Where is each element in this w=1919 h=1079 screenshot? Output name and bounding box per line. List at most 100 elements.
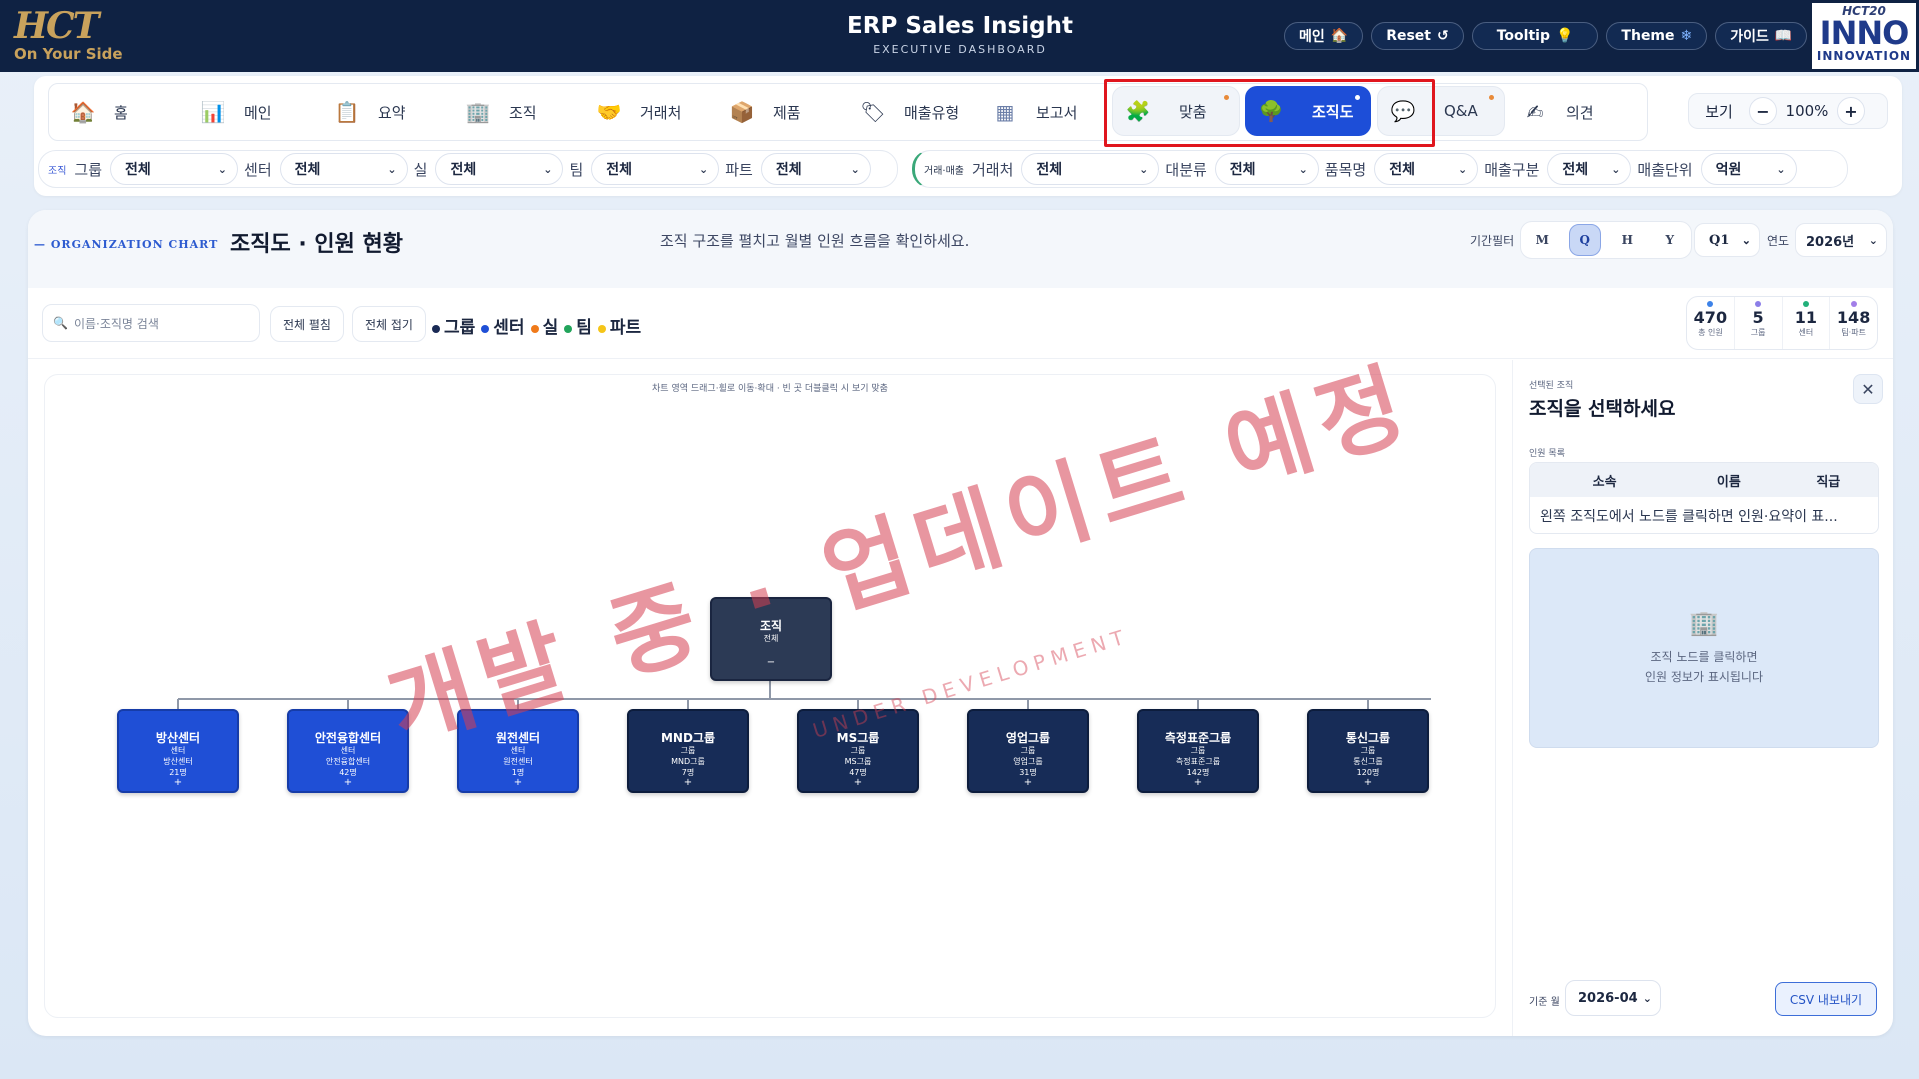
- org-node-type: 그룹: [1360, 746, 1376, 755]
- base-month-select[interactable]: 2026-04 ⌄: [1565, 980, 1661, 1016]
- guide-button[interactable]: 가이드 📖: [1715, 22, 1808, 50]
- filter-select-part-value: 전체: [775, 162, 802, 178]
- legend-part: 파트: [597, 313, 641, 338]
- node-connector: [687, 699, 689, 709]
- hct-logo[interactable]: HCT On Your Side: [14, 6, 144, 66]
- csv-export-button[interactable]: CSV 내보내기: [1775, 982, 1877, 1016]
- expand-all-button[interactable]: 전체 펼침: [270, 306, 344, 342]
- root-stem: [769, 681, 771, 699]
- year-select[interactable]: 2026년 ⌄: [1795, 223, 1887, 257]
- org-node-expand-toggle[interactable]: +: [1309, 778, 1427, 788]
- member-table-empty-row: 왼쪽 조직도에서 노드를 클릭하면 인원·요약이 표...: [1540, 509, 1838, 525]
- tab-summary[interactable]: 📋 요약: [332, 98, 406, 126]
- filter-select-group[interactable]: 전체 ⌄: [110, 153, 239, 185]
- filter-select-category[interactable]: 전체 ⌄: [1214, 153, 1319, 185]
- org-node[interactable]: 방산센터 센터 방산센터 21명 +: [117, 709, 239, 793]
- inno-badge: HCT20 INNO INNOVATION: [1809, 0, 1919, 72]
- tab-clients-label: 거래처: [640, 103, 682, 122]
- tab-feedback[interactable]: ✍ 의견: [1520, 98, 1594, 126]
- org-node[interactable]: MND그룹 그룹 MND그룹 7명 +: [627, 709, 749, 793]
- theme-button[interactable]: Theme ❄: [1606, 22, 1708, 50]
- tab-sales-type-label: 매출유형: [904, 103, 960, 122]
- tab-home[interactable]: 🏠 홈: [68, 98, 128, 126]
- info-line-1: 조직 노드를 클릭하면: [1650, 650, 1758, 664]
- org-node[interactable]: 측정표준그룹 그룹 측정표준그룹 142명 +: [1137, 709, 1259, 793]
- stat-teams-label: 팀·파트: [1841, 328, 1866, 337]
- filter-select-center[interactable]: 전체 ⌄: [279, 153, 408, 185]
- reset-button[interactable]: Reset ↺: [1371, 22, 1464, 50]
- tooltip-button[interactable]: Tooltip 💡: [1471, 22, 1599, 50]
- chevron-down-icon: ⌄: [543, 162, 553, 176]
- org-node-expand-toggle[interactable]: +: [799, 778, 917, 788]
- tab-organization[interactable]: 🏢 조직: [463, 98, 537, 126]
- quarter-select[interactable]: Q1 ⌄: [1694, 223, 1760, 257]
- filter-select-part[interactable]: 전체 ⌄: [760, 153, 871, 185]
- filter-select-item-value: 전체: [1389, 162, 1415, 178]
- zoom-control: 보기 − 100% +: [1688, 93, 1888, 129]
- node-connector: [1027, 699, 1029, 709]
- legend-team-label: 팀: [576, 318, 592, 338]
- org-node-expand-toggle[interactable]: +: [459, 778, 577, 788]
- filter-select-sales-type[interactable]: 전체 ⌄: [1547, 153, 1632, 185]
- org-node[interactable]: 통신그룹 그룹 통신그룹 120명 +: [1307, 709, 1429, 793]
- filter-label-team: 팀: [569, 160, 584, 179]
- main-button[interactable]: 메인 🏠: [1284, 22, 1364, 50]
- chevron-down-icon: ⌄: [1139, 162, 1149, 176]
- period-q-button[interactable]: Q: [1568, 224, 1601, 256]
- selected-org-label: 선택된 조직: [1529, 381, 1574, 391]
- close-icon[interactable]: ✕: [1853, 374, 1883, 404]
- app-title-text: ERP Sales Insight: [847, 13, 1073, 39]
- logo-mark: HCT: [14, 5, 99, 47]
- filter-select-team[interactable]: 전체 ⌄: [591, 153, 720, 185]
- col-affiliation[interactable]: 소속: [1530, 471, 1679, 490]
- filter-select-item[interactable]: 전체 ⌄: [1374, 153, 1479, 185]
- filter-label-center: 센터: [244, 160, 272, 179]
- zoom-out-button[interactable]: −: [1749, 97, 1777, 125]
- snowflake-icon: ❄: [1680, 28, 1693, 44]
- filter-select-client-value: 전체: [1036, 162, 1063, 178]
- org-node[interactable]: 안전융합센터 센터 안전융합센터 42명 +: [287, 709, 409, 793]
- collapse-all-button[interactable]: 전체 접기: [352, 306, 426, 342]
- org-node-expand-toggle[interactable]: +: [629, 778, 747, 788]
- tab-clients[interactable]: 🤝 거래처: [594, 98, 682, 126]
- col-name[interactable]: 이름: [1679, 471, 1778, 490]
- theme-button-label: Theme: [1621, 28, 1675, 44]
- org-node-unit: 방산센터: [163, 757, 193, 766]
- org-node[interactable]: 영업그룹 그룹 영업그룹 31명 +: [967, 709, 1089, 793]
- period-m-button[interactable]: M: [1526, 224, 1558, 256]
- org-node-expand-toggle[interactable]: +: [289, 778, 407, 788]
- tab-main[interactable]: 📊 메인: [198, 98, 272, 126]
- zoom-in-button[interactable]: +: [1837, 97, 1865, 125]
- inno-badge-bottom: INNOVATION: [1816, 49, 1912, 63]
- filter-select-sales-unit[interactable]: 억원 ⌄: [1700, 153, 1797, 185]
- node-connector: [347, 699, 349, 709]
- guide-button-label: 가이드: [1730, 29, 1769, 45]
- filter-select-room[interactable]: 전체 ⌄: [435, 153, 564, 185]
- chevron-down-icon: ⌄: [1611, 162, 1621, 176]
- org-node-type: 그룹: [680, 746, 696, 755]
- period-y-button[interactable]: Y: [1654, 224, 1686, 256]
- tab-products[interactable]: 📦 제품: [727, 98, 801, 126]
- filter-select-client[interactable]: 전체 ⌄: [1021, 153, 1160, 185]
- node-connector: [1367, 699, 1369, 709]
- org-node-expand-toggle[interactable]: +: [1139, 778, 1257, 788]
- reset-icon: ↺: [1437, 28, 1449, 44]
- col-rank[interactable]: 직급: [1779, 471, 1878, 490]
- tab-home-label: 홈: [114, 103, 128, 122]
- top-bar: HCT On Your Side ERP Sales Insight EXECU…: [0, 0, 1919, 72]
- chevron-down-icon: ⌄: [1298, 162, 1308, 176]
- org-node-expand-toggle[interactable]: +: [969, 778, 1087, 788]
- legend-group: 그룹: [432, 313, 475, 338]
- highlight-box: [1104, 79, 1435, 147]
- search-input[interactable]: 🔍 이름·조직명 검색: [42, 304, 260, 342]
- search-placeholder: 이름·조직명 검색: [73, 316, 159, 331]
- org-node-expand-toggle[interactable]: +: [119, 778, 237, 788]
- filter-select-sales-type-value: 전체: [1562, 162, 1589, 178]
- lightbulb-icon: 💡: [1555, 28, 1574, 44]
- stat-total-dot: [1707, 301, 1714, 307]
- period-filter-label: 기간필터: [1470, 234, 1515, 248]
- tab-sales-type[interactable]: 🏷 매출유형: [858, 98, 959, 126]
- tab-report[interactable]: ▦ 보고서: [990, 98, 1078, 126]
- app-subtitle: EXECUTIVE DASHBOARD: [873, 43, 1047, 56]
- period-h-button[interactable]: H: [1611, 224, 1643, 256]
